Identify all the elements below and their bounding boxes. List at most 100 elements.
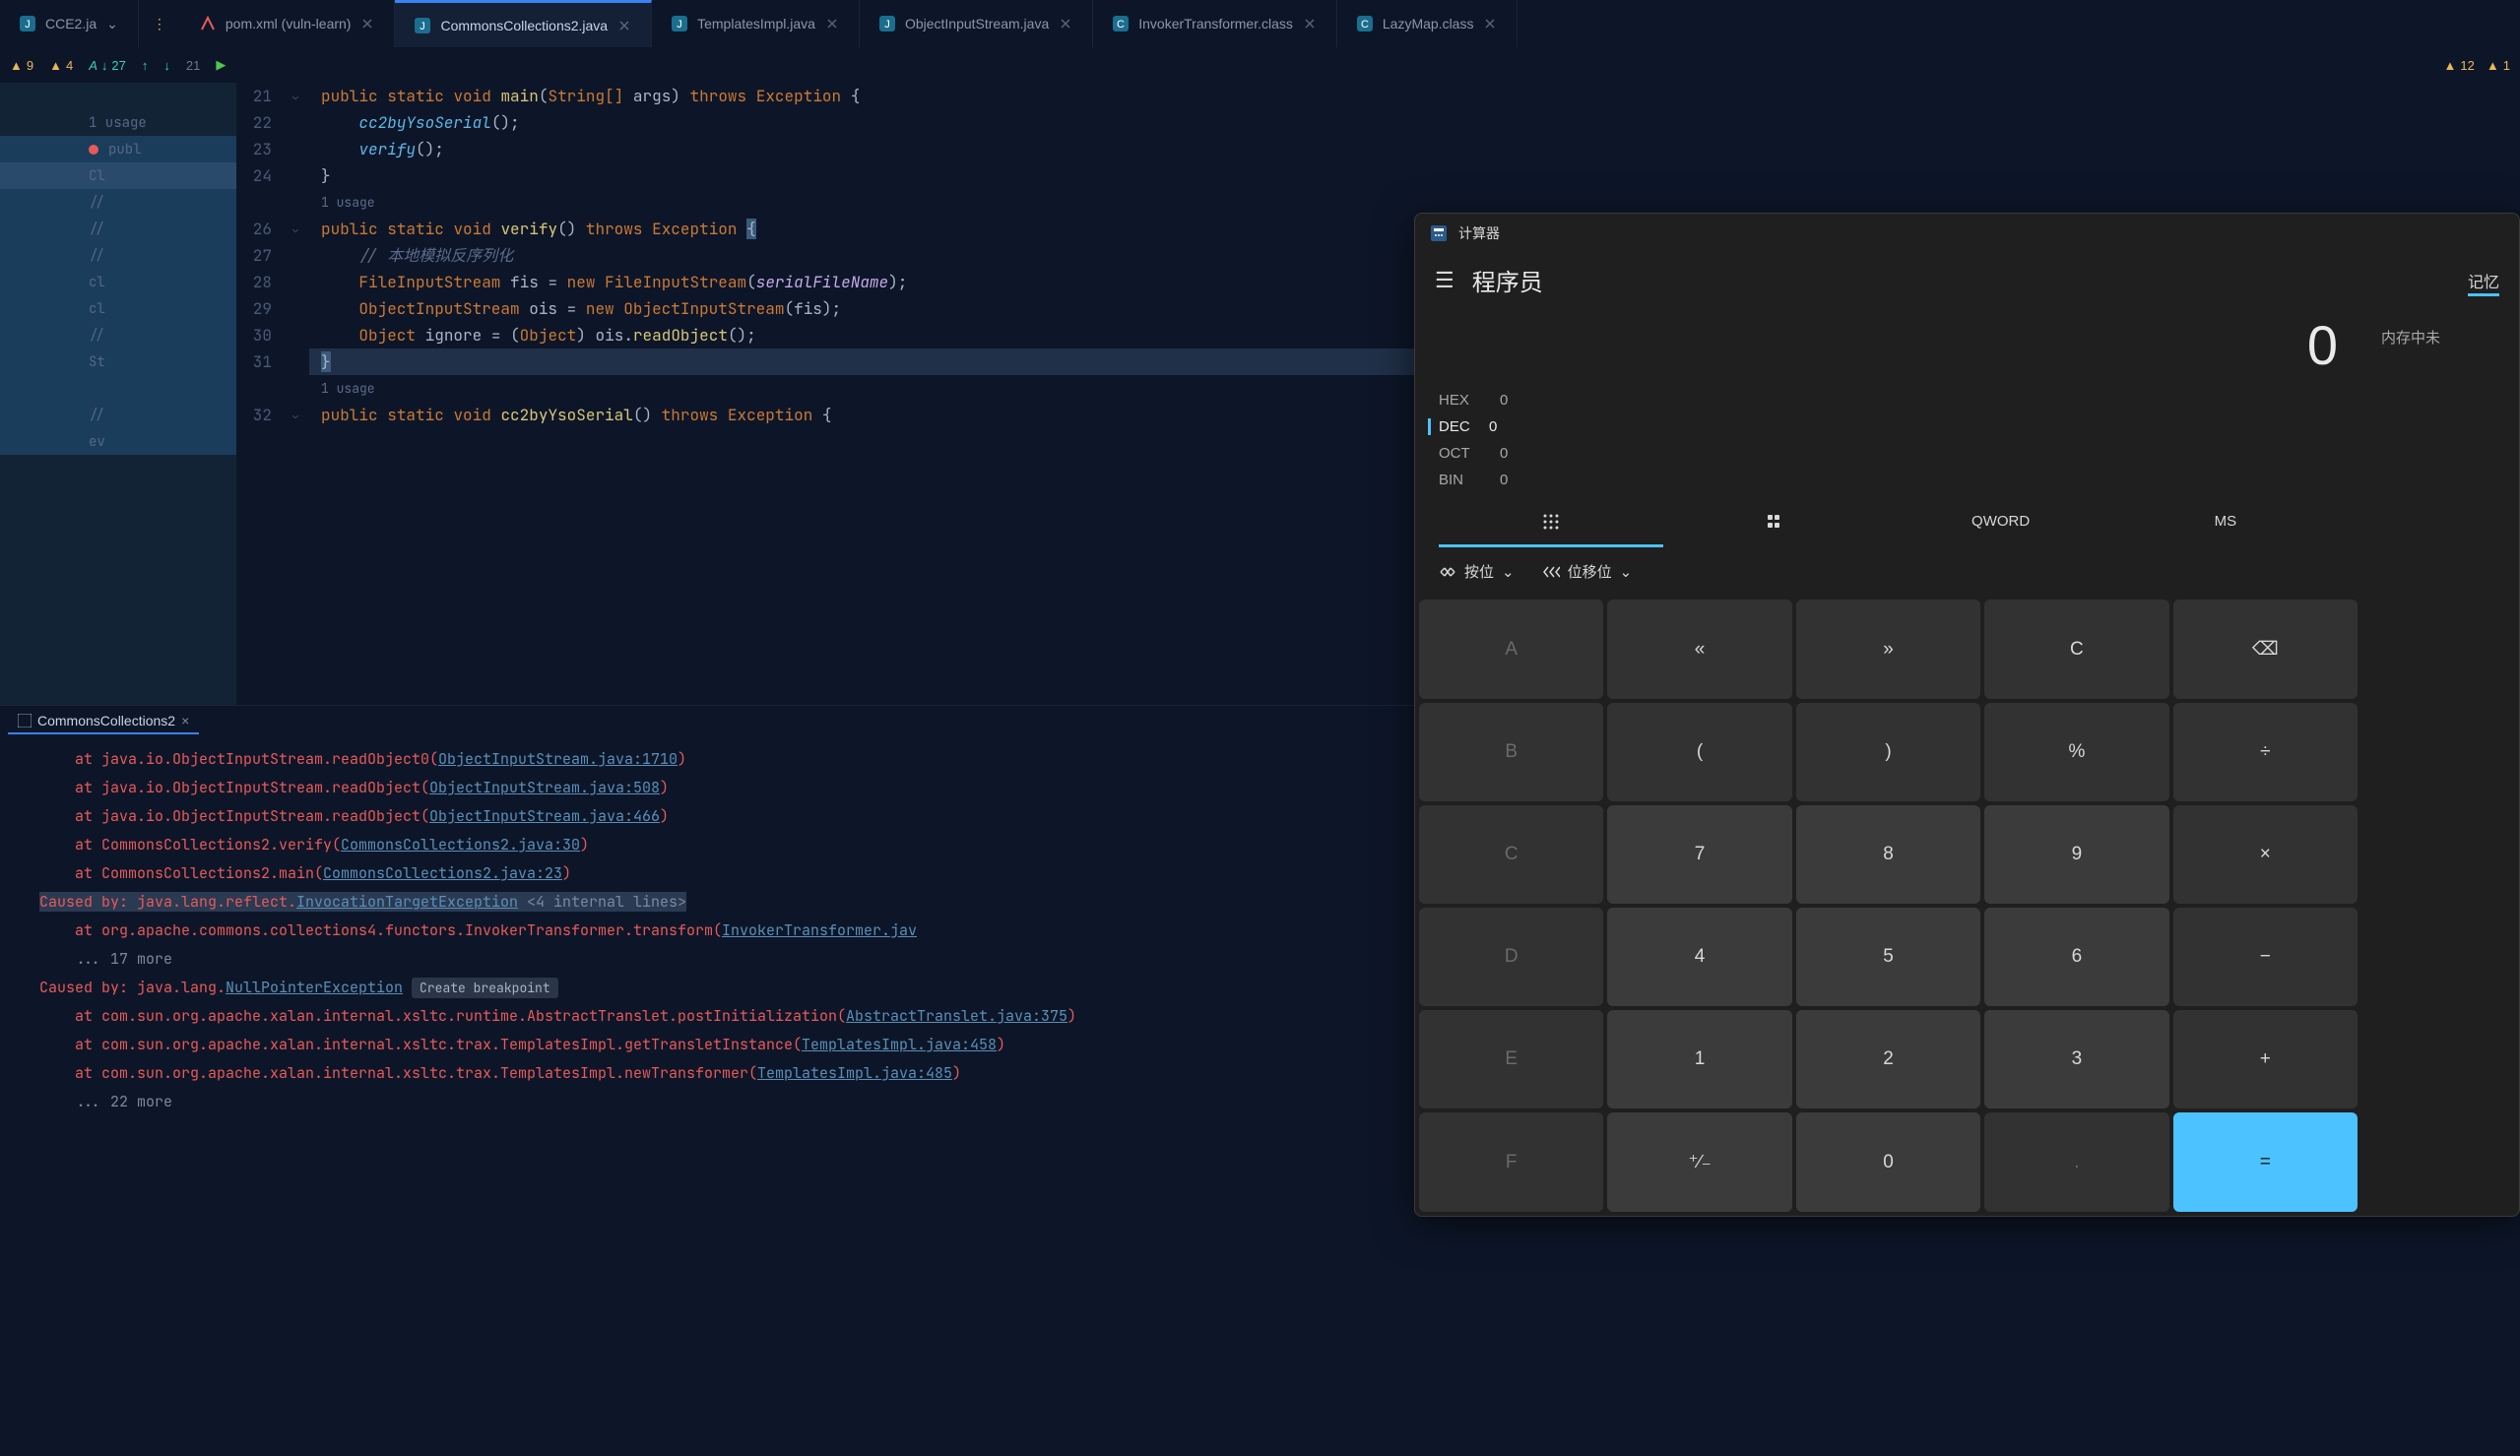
stacktrace-link[interactable]: CommonsCollections2.java:23 (323, 863, 562, 883)
calc-key[interactable]: 2 (1796, 1010, 1980, 1108)
calculator-window[interactable]: 计算器 ☰ 程序员 记忆 0 HEX0DEC0OCT0BIN0 QWORD MS (1414, 213, 2520, 1217)
tab-lazymap[interactable]: C LazyMap.class (1337, 0, 1518, 47)
stacktrace-link[interactable]: CommonsCollections2.java:30 (341, 835, 580, 855)
usage-hint[interactable]: 1 usage (309, 189, 2520, 216)
line-number[interactable]: 31 (236, 348, 272, 375)
base-bin[interactable]: BIN0 (1439, 467, 2338, 493)
modebar-bit-icon[interactable] (1663, 503, 1888, 547)
create-breakpoint-button[interactable]: Create breakpoint (412, 978, 558, 998)
calc-key[interactable]: % (1984, 703, 2168, 801)
chevron-down-icon[interactable]: ⌄ (106, 16, 118, 32)
tab-commonscollections2[interactable]: J CommonsCollections2.java (395, 0, 652, 47)
calc-key[interactable]: 5 (1796, 908, 1980, 1006)
calc-key[interactable]: ÷ (2173, 703, 2358, 801)
stacktrace-link[interactable]: ObjectInputStream.java:1710 (438, 749, 678, 769)
base-oct[interactable]: OCT0 (1439, 440, 2338, 467)
stacktrace-link[interactable]: ObjectInputStream.java:508 (429, 778, 660, 797)
calc-key[interactable]: 9 (1984, 805, 2168, 904)
fold-icon[interactable]: ⌄ (292, 402, 298, 428)
calc-key[interactable]: 4 (1607, 908, 1791, 1006)
calc-key[interactable]: » (1796, 600, 1980, 699)
calc-key[interactable]: × (2173, 805, 2358, 904)
fold-column[interactable]: ⌄ ⌄ ⌄ (282, 83, 309, 705)
tab-pom[interactable]: pom.xml (vuln-learn) (180, 0, 396, 47)
calc-key[interactable]: ( (1607, 703, 1791, 801)
calc-key[interactable]: 3 (1984, 1010, 2168, 1108)
code-line[interactable]: } (309, 162, 2520, 189)
close-icon[interactable] (1483, 17, 1497, 31)
panel-tab-console[interactable]: CommonsCollections2 × (8, 709, 199, 734)
code-line[interactable]: public static void main(String[] args) t… (309, 83, 2520, 109)
run-icon[interactable]: ▶ (216, 57, 226, 73)
calc-key[interactable]: ⁺∕₋ (1607, 1112, 1791, 1212)
line-number[interactable]: 30 (236, 322, 272, 348)
more-icon[interactable]: ⋮ (153, 16, 166, 32)
stacktrace-link[interactable]: InvokerTransformer.jav (722, 920, 917, 940)
line-number[interactable]: 23 (236, 136, 272, 162)
arrow-up-icon[interactable]: ↑ (142, 58, 149, 73)
calculator-bases: HEX0DEC0OCT0BIN0 (1415, 383, 2361, 503)
fold-icon[interactable]: ⌄ (292, 83, 298, 109)
close-icon[interactable] (360, 17, 374, 31)
calc-key[interactable]: 8 (1796, 805, 1980, 904)
tab-invokertransformer[interactable]: C InvokerTransformer.class (1093, 0, 1337, 47)
calc-key[interactable]: 1 (1607, 1010, 1791, 1108)
calc-key[interactable]: ) (1796, 703, 1980, 801)
modebar-qword[interactable]: QWORD (1889, 503, 2113, 547)
breakpoint-icon[interactable] (89, 145, 98, 155)
tab-objectinputstream[interactable]: J ObjectInputStream.java (860, 0, 1093, 47)
tab-label: CommonsCollections2.java (440, 18, 608, 33)
warning-right-2[interactable]: ▲1 (2487, 58, 2510, 73)
exception-link[interactable]: NullPointerException (226, 978, 403, 997)
line-number[interactable]: 28 (236, 269, 272, 295)
calc-key[interactable]: 7 (1607, 805, 1791, 904)
close-icon[interactable] (1059, 17, 1072, 31)
calc-key[interactable]: − (2173, 908, 2358, 1006)
close-icon[interactable] (1303, 17, 1317, 31)
stacktrace-link[interactable]: TemplatesImpl.java:485 (757, 1063, 952, 1083)
memory-label[interactable]: 记忆 (2468, 269, 2499, 292)
arrow-down-icon[interactable]: ↓ (163, 58, 170, 73)
line-number[interactable]: 32 (236, 402, 272, 428)
line-number[interactable]: 22 (236, 109, 272, 136)
bitshift-button[interactable]: 位移位 ⌄ (1542, 561, 1633, 582)
line-number[interactable]: 24 (236, 162, 272, 189)
tab-cce2[interactable]: J CCE2.ja ⌄ (0, 0, 139, 47)
menu-icon[interactable]: ☰ (1435, 268, 1454, 293)
close-icon[interactable] (825, 17, 839, 31)
calc-key[interactable]: 0 (1796, 1112, 1980, 1212)
modebar-ms[interactable]: MS (2113, 503, 2338, 547)
stacktrace-link[interactable]: AbstractTranslet.java:375 (846, 1006, 1067, 1026)
code-line[interactable]: verify(); (309, 136, 2520, 162)
stacktrace-link[interactable]: TemplatesImpl.java:458 (802, 1035, 997, 1054)
line-number[interactable]: 21 (236, 83, 272, 109)
calc-key[interactable]: + (2173, 1010, 2358, 1108)
calc-key[interactable]: ⌫ (2173, 600, 2358, 699)
fold-icon[interactable]: ⌄ (292, 216, 298, 242)
calculator-left: 0 HEX0DEC0OCT0BIN0 QWORD MS 按位 ⌄ (1415, 307, 2361, 1216)
warning-count[interactable]: ▲9 (10, 58, 33, 73)
close-icon[interactable] (617, 19, 631, 32)
modebar-keypad-icon[interactable] (1439, 503, 1663, 547)
base-hex[interactable]: HEX0 (1439, 387, 2338, 413)
line-number[interactable]: 26 (236, 216, 272, 242)
tab-templatesimpl[interactable]: J TemplatesImpl.java (652, 0, 860, 47)
calc-key[interactable]: 6 (1984, 908, 2168, 1006)
calculator-titlebar[interactable]: 计算器 (1415, 214, 2519, 253)
warning-count-2[interactable]: ▲4 (49, 58, 73, 73)
line-number[interactable]: 27 (236, 242, 272, 269)
calc-key[interactable]: C (1984, 600, 2168, 699)
trunc-row: 1 usage (0, 109, 236, 136)
exception-link[interactable]: InvocationTargetException (296, 892, 518, 912)
base-dec[interactable]: DEC0 (1439, 413, 2338, 440)
stacktrace-link[interactable]: ObjectInputStream.java:466 (429, 806, 660, 826)
line-number[interactable]: 29 (236, 295, 272, 322)
calc-key[interactable]: = (2173, 1112, 2358, 1212)
bitwise-button[interactable]: 按位 ⌄ (1439, 561, 1515, 582)
close-icon[interactable]: × (181, 713, 189, 728)
code-line[interactable]: cc2byYsoSerial(); (309, 109, 2520, 136)
calc-key[interactable]: « (1607, 600, 1791, 699)
warning-right-1[interactable]: ▲12 (2444, 58, 2475, 73)
typo-count[interactable]: A↓27 (89, 58, 126, 73)
calculator-icon (1431, 225, 1447, 241)
